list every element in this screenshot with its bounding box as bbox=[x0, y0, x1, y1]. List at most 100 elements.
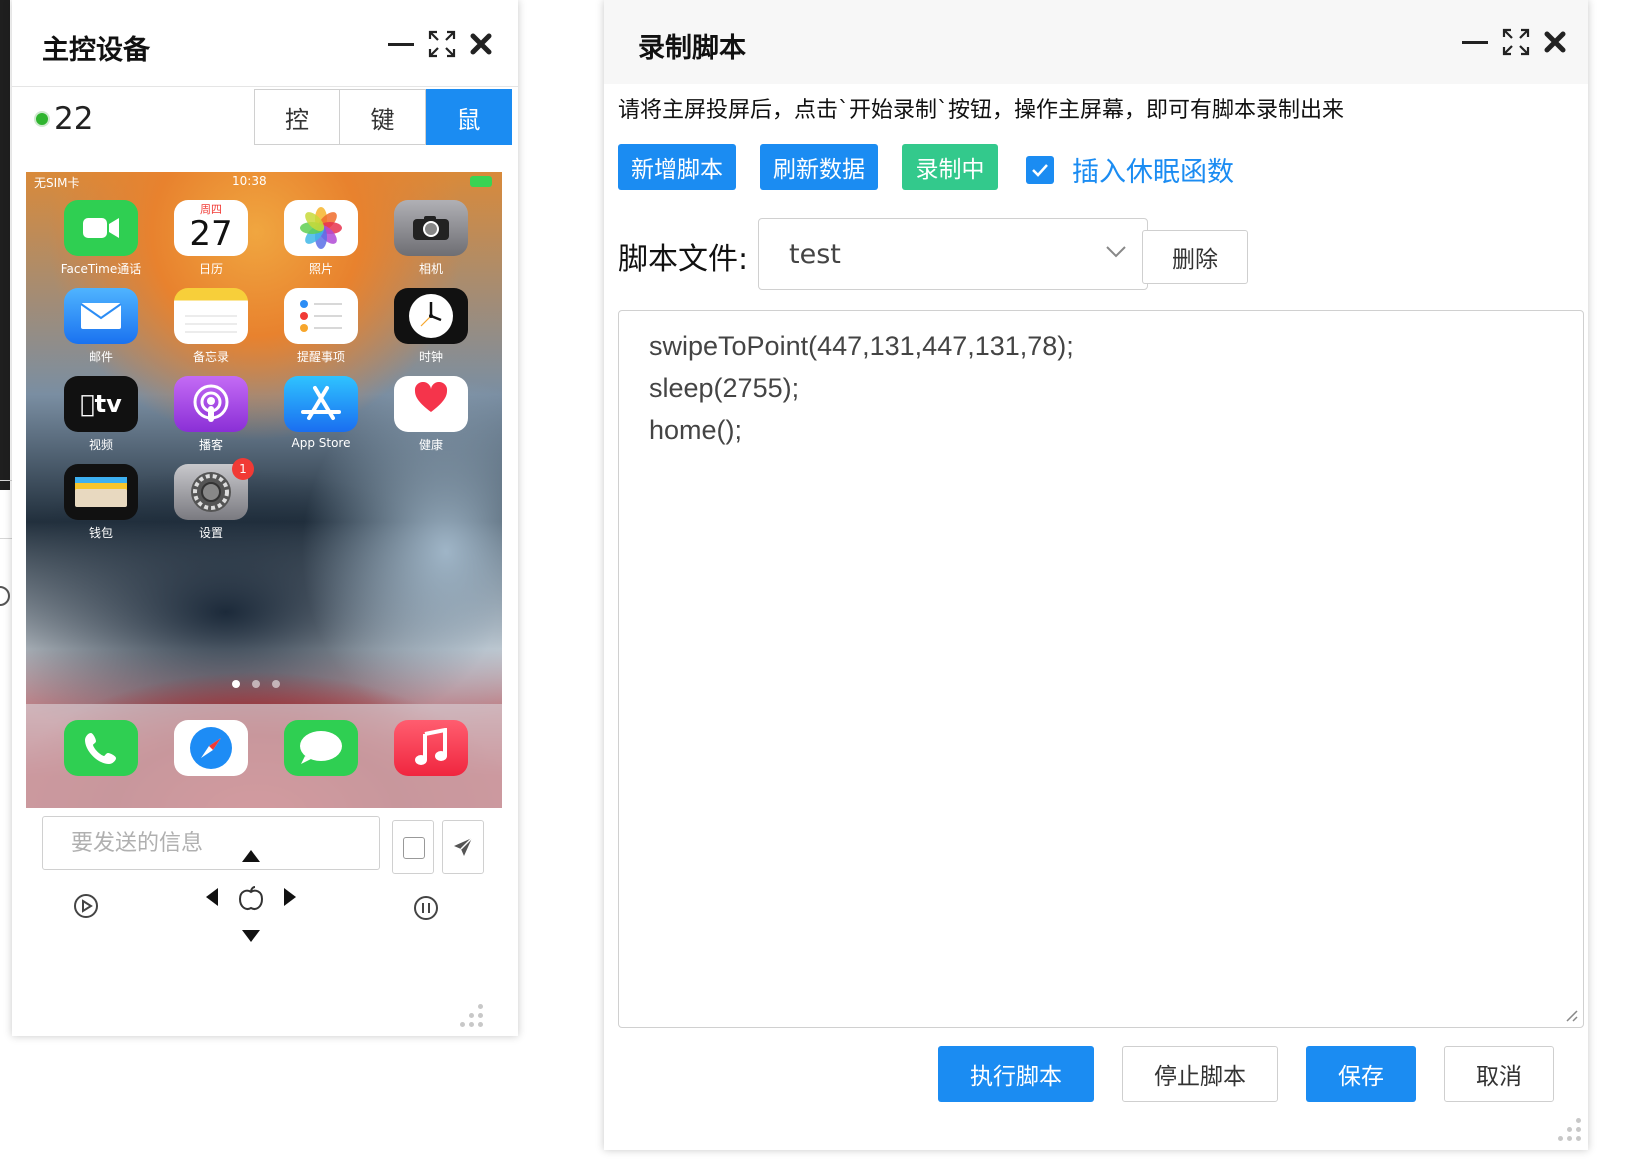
script-file-value: test bbox=[789, 239, 841, 270]
window-title: 主控设备 bbox=[42, 35, 150, 66]
app-label: 备忘录 bbox=[192, 350, 229, 364]
app-podcasts[interactable]: 播客 bbox=[156, 376, 266, 454]
recording-button[interactable]: 录制中 bbox=[902, 144, 998, 190]
reminders-icon bbox=[284, 288, 358, 344]
select-all-button[interactable] bbox=[392, 820, 434, 874]
app-label: 邮件 bbox=[88, 350, 113, 364]
run-script-button[interactable]: 执行脚本 bbox=[938, 1046, 1094, 1102]
app-notes[interactable]: 备忘录 bbox=[156, 288, 266, 366]
page-indicator bbox=[232, 680, 280, 688]
resize-grip-icon[interactable] bbox=[1558, 1118, 1582, 1142]
app-grid: FaceTime通话 周四 27 日历 照片 相机 邮件 备忘录 提醒事项 时钟… bbox=[46, 200, 486, 542]
dock-phone[interactable] bbox=[46, 720, 156, 798]
settings-icon: 1 bbox=[174, 458, 254, 520]
app-reminders[interactable]: 提醒事项 bbox=[266, 288, 376, 366]
maximize-icon[interactable] bbox=[428, 30, 456, 58]
calendar-icon: 周四 27 bbox=[174, 200, 248, 256]
clock-icon bbox=[394, 288, 468, 344]
dock-messages[interactable] bbox=[266, 720, 376, 798]
checkbox-icon bbox=[403, 837, 425, 859]
minimize-icon[interactable] bbox=[1462, 40, 1488, 44]
status-carrier: 无SIM卡 bbox=[34, 176, 80, 190]
insert-sleep-label[interactable]: 插入休眠函数 bbox=[1072, 150, 1234, 189]
delete-button[interactable]: 删除 bbox=[1142, 230, 1248, 284]
safari-icon bbox=[174, 720, 248, 776]
app-photos[interactable]: 照片 bbox=[266, 200, 376, 278]
arrow-down-icon[interactable] bbox=[240, 928, 262, 944]
add-script-button[interactable]: 新增脚本 bbox=[618, 144, 736, 190]
background-window-edge bbox=[0, 0, 10, 490]
message-input[interactable] bbox=[42, 816, 380, 870]
device-header: 22 控 键 鼠 bbox=[12, 86, 518, 150]
dock-music[interactable] bbox=[376, 720, 486, 798]
mail-icon bbox=[64, 288, 138, 344]
dock-safari[interactable] bbox=[156, 720, 266, 798]
insert-sleep-checkbox[interactable] bbox=[1026, 156, 1054, 184]
textarea-resize-icon[interactable] bbox=[1563, 1007, 1579, 1023]
wallet-icon bbox=[64, 464, 138, 520]
podcasts-icon bbox=[174, 376, 248, 432]
app-wallet[interactable]: 钱包 bbox=[46, 464, 156, 542]
tab-control[interactable]: 控 bbox=[254, 89, 340, 145]
app-label: 时钟 bbox=[418, 350, 443, 364]
home-button-icon[interactable] bbox=[236, 884, 266, 914]
arrow-up-icon[interactable] bbox=[240, 848, 262, 864]
app-tv[interactable]: tv 视频 bbox=[46, 376, 156, 454]
stop-script-button[interactable]: 停止脚本 bbox=[1122, 1046, 1278, 1102]
app-label: 照片 bbox=[308, 262, 333, 276]
resize-grip-icon[interactable] bbox=[460, 1004, 484, 1028]
app-label: 钱包 bbox=[88, 526, 113, 540]
app-label: 设置 bbox=[198, 526, 223, 540]
code-line: swipeToPoint(447,131,447,131,78); bbox=[649, 331, 1074, 361]
phone-icon bbox=[64, 720, 138, 776]
minimize-icon[interactable] bbox=[388, 42, 414, 46]
mode-tabs: 控 键 鼠 bbox=[254, 89, 512, 145]
script-editor[interactable]: swipeToPoint(447,131,447,131,78); sleep(… bbox=[618, 310, 1584, 1028]
app-facetime[interactable]: FaceTime通话 bbox=[46, 200, 156, 278]
background-divider bbox=[0, 538, 12, 539]
refresh-data-button[interactable]: 刷新数据 bbox=[760, 144, 878, 190]
app-label: 播客 bbox=[198, 438, 223, 452]
app-appstore[interactable]: App Store bbox=[266, 376, 376, 454]
play-circle-icon[interactable] bbox=[72, 892, 100, 920]
app-settings[interactable]: 1 设置 bbox=[156, 458, 266, 542]
calendar-day: 27 bbox=[189, 214, 233, 254]
app-camera[interactable]: 相机 bbox=[376, 200, 486, 278]
window-title: 录制脚本 bbox=[638, 33, 746, 64]
send-button[interactable] bbox=[442, 820, 484, 874]
messages-icon bbox=[284, 720, 358, 776]
appletv-icon: tv bbox=[64, 376, 138, 432]
device-count: 22 bbox=[54, 101, 94, 137]
app-label: 相机 bbox=[418, 262, 443, 276]
device-status: 22 bbox=[34, 101, 93, 137]
app-mail[interactable]: 邮件 bbox=[46, 288, 156, 366]
app-clock[interactable]: 时钟 bbox=[376, 288, 486, 366]
app-label: 视频 bbox=[88, 438, 113, 452]
cancel-button[interactable]: 取消 bbox=[1444, 1046, 1554, 1102]
close-icon[interactable] bbox=[1544, 31, 1566, 53]
close-icon[interactable] bbox=[470, 33, 492, 55]
phone-screen-mirror[interactable]: 无SIM卡 10:38 FaceTime通话 周四 27 日历 照片 相机 邮件… bbox=[26, 172, 502, 808]
status-time: 10:38 bbox=[232, 174, 267, 188]
script-file-select[interactable]: test bbox=[758, 218, 1148, 290]
app-calendar[interactable]: 周四 27 日历 bbox=[156, 200, 266, 278]
send-icon bbox=[454, 837, 473, 856]
window-header: 录制脚本 bbox=[604, 0, 1588, 84]
arrow-right-icon[interactable] bbox=[282, 886, 298, 908]
maximize-icon[interactable] bbox=[1502, 28, 1530, 56]
tab-keyboard[interactable]: 键 bbox=[340, 89, 426, 145]
music-icon bbox=[394, 720, 468, 776]
window-controls bbox=[388, 30, 492, 58]
facetime-icon bbox=[64, 200, 138, 256]
app-health[interactable]: 健康 bbox=[376, 376, 486, 454]
pause-circle-icon[interactable] bbox=[412, 894, 440, 922]
save-button[interactable]: 保存 bbox=[1306, 1046, 1416, 1102]
tab-mouse[interactable]: 鼠 bbox=[426, 89, 512, 145]
appstore-icon bbox=[284, 376, 358, 432]
photos-icon bbox=[284, 200, 358, 256]
app-label: App Store bbox=[291, 436, 351, 450]
app-label: 日历 bbox=[198, 262, 223, 276]
arrow-left-icon[interactable] bbox=[204, 886, 220, 908]
online-dot-icon bbox=[34, 111, 50, 127]
background-divider bbox=[0, 480, 12, 481]
